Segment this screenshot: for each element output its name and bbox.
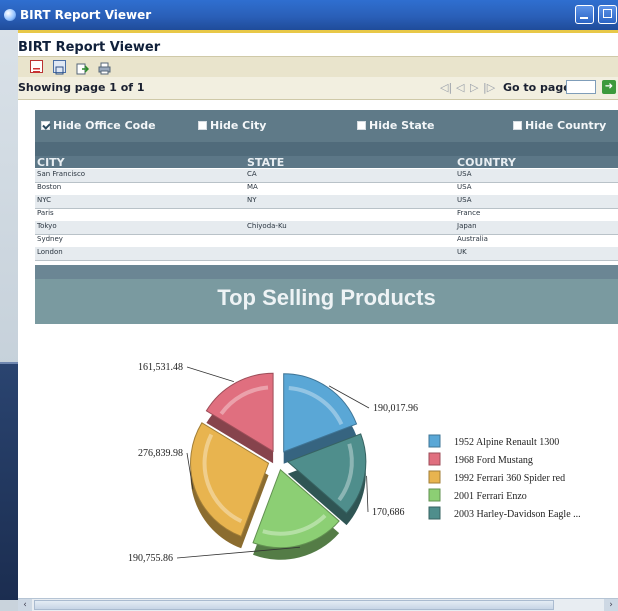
legend-label: 2003 Harley-Davidson Eagle ... xyxy=(454,509,581,520)
data-label: 276,839.98 xyxy=(138,448,183,459)
minimize-icon xyxy=(580,17,588,19)
data-label: 190,017.96 xyxy=(373,403,418,414)
legend-label: 1992 Ferrari 360 Spider red xyxy=(454,473,565,484)
horizontal-scrollbar[interactable]: ‹ › xyxy=(18,598,618,611)
left-dark-panel xyxy=(0,362,18,600)
minimize-button[interactable] xyxy=(575,5,594,24)
legend-swatch xyxy=(428,470,441,484)
maximize-button[interactable] xyxy=(598,5,617,24)
legend-swatch xyxy=(428,452,441,466)
data-label: 161,531.48 xyxy=(138,362,183,373)
legend-label: 1952 Alpine Renault 1300 xyxy=(454,437,559,448)
scroll-left-icon[interactable]: ‹ xyxy=(18,599,32,611)
data-label: 170,686 xyxy=(372,507,405,518)
legend-label: 1968 Ford Mustang xyxy=(454,455,533,466)
pie-chart: 190,017.96 170,686 190,755.86 276,839.98 161… xyxy=(128,362,581,564)
data-label: 190,755.86 xyxy=(128,553,173,564)
legend-swatch xyxy=(428,434,441,448)
report-viewer: BIRT Report Viewer Showing page 1 of 1 ◁… xyxy=(18,30,618,598)
leader-line xyxy=(186,366,234,382)
window-titlebar[interactable]: BIRT Report Viewer xyxy=(0,0,618,30)
leader-line xyxy=(366,475,369,513)
legend-swatch xyxy=(428,506,441,520)
window-title: BIRT Report Viewer xyxy=(20,8,152,22)
app-icon xyxy=(4,9,16,21)
scroll-right-icon[interactable]: › xyxy=(604,599,618,611)
scroll-thumb[interactable] xyxy=(34,600,554,610)
maximize-icon xyxy=(603,9,612,18)
legend-label: 2001 Ferrari Enzo xyxy=(454,491,527,502)
legend-swatch xyxy=(428,488,441,502)
